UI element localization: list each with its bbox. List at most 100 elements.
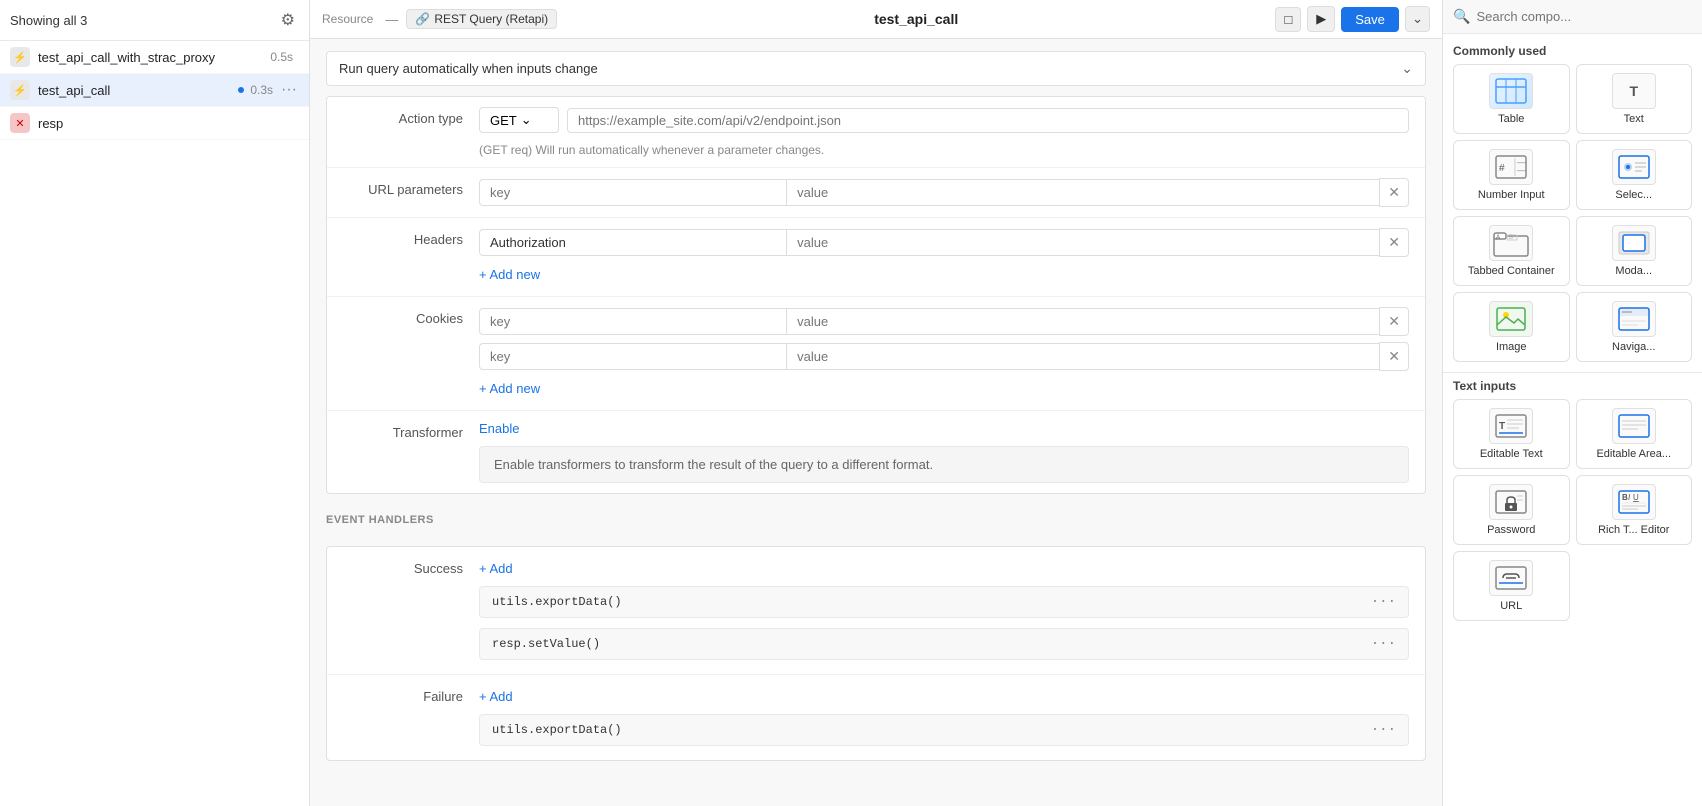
headers-add-new-button[interactable]: + Add new bbox=[479, 263, 1409, 286]
component-card-image[interactable]: Image bbox=[1453, 292, 1570, 362]
sidebar-item-test-api-call-with-strac-proxy[interactable]: ⚡ test_api_call_with_strac_proxy 0.5s bbox=[0, 41, 309, 74]
run-query-bar[interactable]: Run query automatically when inputs chan… bbox=[326, 51, 1426, 86]
url-params-value-input[interactable] bbox=[786, 179, 1379, 206]
resource-tag[interactable]: 🔗 REST Query (Retapi) bbox=[406, 9, 557, 29]
rich-text-icon: B I U bbox=[1612, 484, 1656, 520]
success-handler-more-1[interactable]: ··· bbox=[1371, 594, 1396, 610]
sidebar-list: ⚡ test_api_call_with_strac_proxy 0.5s ⚡ … bbox=[0, 41, 309, 806]
component-card-text[interactable]: T Text bbox=[1576, 64, 1693, 134]
success-handler-more-2[interactable]: ··· bbox=[1371, 636, 1396, 652]
lightning-icon: ⚡ bbox=[10, 47, 30, 67]
transformer-row: Transformer Enable Enable transformers t… bbox=[327, 411, 1425, 493]
svg-text:#: # bbox=[1499, 163, 1505, 174]
more-options-button[interactable]: ··· bbox=[279, 81, 299, 99]
cookies-content: ✕ ✕ + Add new bbox=[479, 307, 1409, 400]
search-components-input[interactable] bbox=[1476, 9, 1692, 24]
item-time-2: 0.3s bbox=[250, 83, 273, 97]
action-type-content: GET ⌄ (GET req) Will run automatically w… bbox=[479, 107, 1409, 157]
url-params-key-input[interactable] bbox=[479, 179, 786, 206]
component-card-number-input[interactable]: # — — Number Input bbox=[1453, 140, 1570, 210]
url-icon bbox=[1489, 560, 1533, 596]
filter-button[interactable]: ⚙ bbox=[277, 8, 299, 32]
component-card-table[interactable]: Table bbox=[1453, 64, 1570, 134]
component-card-url[interactable]: URL bbox=[1453, 551, 1570, 621]
item-name-3: resp bbox=[38, 116, 299, 131]
cookies-key-input-1[interactable] bbox=[479, 308, 786, 335]
failure-add-button[interactable]: + Add bbox=[479, 685, 1409, 708]
tabbed-container-icon: A B bbox=[1489, 225, 1533, 261]
url-input[interactable] bbox=[567, 108, 1409, 133]
action-type-select[interactable]: GET ⌄ bbox=[479, 107, 559, 133]
cookies-key-input-2[interactable] bbox=[479, 343, 786, 370]
chevron-button[interactable]: ⌄ bbox=[1405, 6, 1430, 32]
component-card-select[interactable]: Selec... bbox=[1576, 140, 1693, 210]
action-type-controls: GET ⌄ bbox=[479, 107, 1409, 133]
components-grid: Table T Text # — — Number Input bbox=[1443, 64, 1702, 372]
cookies-value-input-2[interactable] bbox=[786, 343, 1379, 370]
cookies-kv-row-1: ✕ bbox=[479, 307, 1409, 336]
component-card-password[interactable]: Password bbox=[1453, 475, 1570, 545]
failure-handler-1: utils.exportData() ··· bbox=[479, 714, 1409, 746]
component-card-modal[interactable]: Moda... bbox=[1576, 216, 1693, 286]
success-add-button[interactable]: + Add bbox=[479, 557, 1409, 580]
cookies-delete-button-2[interactable]: ✕ bbox=[1379, 342, 1409, 371]
transformer-content: Enable Enable transformers to transform … bbox=[479, 421, 1409, 483]
svg-text:B: B bbox=[1509, 235, 1513, 241]
editable-text-label: Editable Text bbox=[1480, 448, 1543, 460]
item-name-1: test_api_call_with_strac_proxy bbox=[38, 50, 270, 65]
save-button[interactable]: Save bbox=[1341, 7, 1399, 32]
number-input-icon: # — — bbox=[1489, 149, 1533, 185]
headers-row: Headers ✕ + Add new bbox=[327, 218, 1425, 297]
action-type-row: Action type GET ⌄ (GET req) Will run aut… bbox=[327, 97, 1425, 168]
url-params-delete-button[interactable]: ✕ bbox=[1379, 178, 1409, 207]
modal-icon bbox=[1612, 225, 1656, 261]
showing-all-label: Showing all 3 bbox=[10, 13, 87, 28]
url-params-content: ✕ bbox=[479, 178, 1409, 207]
navigate-icon bbox=[1612, 301, 1656, 337]
svg-text:I: I bbox=[1628, 493, 1631, 502]
transformer-hint: Enable transformers to transform the res… bbox=[479, 446, 1409, 483]
svg-text:U: U bbox=[1633, 493, 1639, 502]
component-card-editable-text[interactable]: T Editable Text bbox=[1453, 399, 1570, 469]
top-bar-actions: □ ▶ Save ⌄ bbox=[1275, 6, 1430, 32]
component-card-navigate[interactable]: Naviga... bbox=[1576, 292, 1693, 362]
item-time-1: 0.5s bbox=[270, 50, 293, 64]
failure-label: Failure bbox=[343, 685, 463, 704]
enable-link[interactable]: Enable bbox=[479, 421, 1409, 436]
run-button[interactable]: ▶ bbox=[1307, 6, 1335, 32]
cookies-add-new-button[interactable]: + Add new bbox=[479, 377, 1409, 400]
headers-delete-button[interactable]: ✕ bbox=[1379, 228, 1409, 257]
cookies-delete-button-1[interactable]: ✕ bbox=[1379, 307, 1409, 336]
url-label: URL bbox=[1500, 600, 1522, 612]
cookies-value-input-1[interactable] bbox=[786, 308, 1379, 335]
select-icon bbox=[1612, 149, 1656, 185]
sidebar-item-resp[interactable]: ✕ resp bbox=[0, 107, 309, 140]
run-query-text: Run query automatically when inputs chan… bbox=[339, 61, 1401, 76]
headers-kv-row: ✕ bbox=[479, 228, 1409, 257]
action-type-value: GET bbox=[490, 113, 517, 128]
text-icon: T bbox=[1612, 73, 1656, 109]
expand-button[interactable]: □ bbox=[1275, 7, 1301, 32]
text-inputs-grid: T Editable Text Editable Area... bbox=[1443, 399, 1702, 631]
cookies-label: Cookies bbox=[343, 307, 463, 326]
sidebar-item-test-api-call[interactable]: ⚡ test_api_call 0.3s ··· bbox=[0, 74, 309, 107]
commonly-used-label: Commonly used bbox=[1443, 34, 1702, 64]
headers-value-input[interactable] bbox=[786, 229, 1379, 256]
success-handler-code-1: utils.exportData() bbox=[492, 595, 622, 609]
modal-label: Moda... bbox=[1615, 265, 1652, 277]
tabbed-container-label: Tabbed Container bbox=[1468, 265, 1555, 277]
component-card-rich-text[interactable]: B I U Rich T... Editor bbox=[1576, 475, 1693, 545]
chevron-down-icon: ⌄ bbox=[1401, 60, 1413, 77]
success-handler-2: resp.setValue() ··· bbox=[479, 628, 1409, 660]
component-card-tabbed-container[interactable]: A B Tabbed Container bbox=[1453, 216, 1570, 286]
main-content: Resource — 🔗 REST Query (Retapi) test_ap… bbox=[310, 0, 1442, 806]
action-type-section: Action type GET ⌄ (GET req) Will run aut… bbox=[326, 96, 1426, 494]
active-dot bbox=[238, 87, 244, 93]
failure-handler-more-1[interactable]: ··· bbox=[1371, 722, 1396, 738]
search-icon: 🔍 bbox=[1453, 8, 1470, 25]
select-chevron-icon: ⌄ bbox=[521, 112, 532, 128]
headers-key-input[interactable] bbox=[479, 229, 786, 256]
rich-text-label: Rich T... Editor bbox=[1598, 524, 1669, 536]
success-label: Success bbox=[343, 557, 463, 576]
component-card-editable-area[interactable]: Editable Area... bbox=[1576, 399, 1693, 469]
